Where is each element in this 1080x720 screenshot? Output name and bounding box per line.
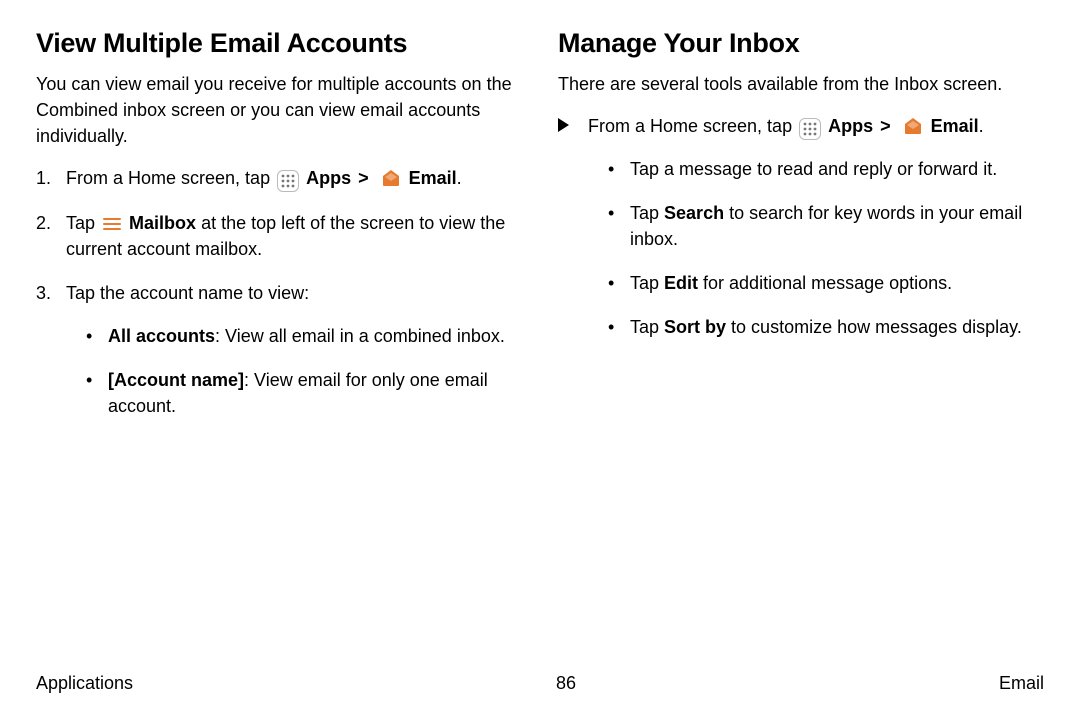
step1-email-label: Email — [409, 168, 457, 188]
footer-page-number: 86 — [556, 673, 576, 694]
lead-step: From a Home screen, tap Apps > Email. Ta… — [558, 113, 1044, 340]
step2-pre: Tap — [66, 213, 100, 233]
intro-left: You can view email you receive for multi… — [36, 71, 522, 149]
sub1-post: : View all email in a combined inbox. — [215, 326, 505, 346]
sub1-bold: All accounts — [108, 326, 215, 346]
step1-sep: > — [351, 168, 376, 188]
step3-text: Tap the account name to view: — [66, 283, 309, 303]
apps-icon — [799, 118, 821, 140]
inbox-tools-list: Tap a message to read and reply or forwa… — [588, 156, 1044, 340]
email-icon — [902, 115, 924, 137]
lead-apps-label: Apps — [828, 116, 873, 136]
bullet-read: Tap a message to read and reply or forwa… — [608, 156, 1044, 182]
b2-pre: Tap — [630, 203, 664, 223]
left-column: View Multiple Email Accounts You can vie… — [36, 28, 522, 437]
sub-account-name: [Account name]: View email for only one … — [86, 367, 522, 419]
footer-right: Email — [999, 673, 1044, 694]
b3-pre: Tap — [630, 273, 664, 293]
b4-post: to customize how messages display. — [726, 317, 1022, 337]
intro-right: There are several tools available from t… — [558, 71, 1044, 97]
lead-post: . — [979, 116, 984, 136]
step3-sublist: All accounts: View all email in a combin… — [66, 323, 522, 419]
heading-view-multiple: View Multiple Email Accounts — [36, 28, 522, 59]
b4-pre: Tap — [630, 317, 664, 337]
footer-left: Applications — [36, 673, 133, 694]
step1-pre: From a Home screen, tap — [66, 168, 275, 188]
apps-icon — [277, 170, 299, 192]
page-footer: Applications 86 Email — [36, 673, 1044, 694]
step-3: Tap the account name to view: All accoun… — [36, 280, 522, 418]
bullet-sort: Tap Sort by to customize how messages di… — [608, 314, 1044, 340]
right-column: Manage Your Inbox There are several tool… — [558, 28, 1044, 437]
bullet-search: Tap Search to search for key words in yo… — [608, 200, 1044, 252]
b2-bold: Search — [664, 203, 724, 223]
mailbox-icon — [102, 215, 122, 233]
lead-pre: From a Home screen, tap — [588, 116, 797, 136]
step-2: Tap Mailbox at the top left of the scree… — [36, 210, 522, 262]
step-1: From a Home screen, tap Apps > Email. — [36, 165, 522, 192]
steps-list: From a Home screen, tap Apps > Email. Ta… — [36, 165, 522, 419]
b3-bold: Edit — [664, 273, 698, 293]
step2-mailbox-label: Mailbox — [129, 213, 196, 233]
email-icon — [380, 167, 402, 189]
lead-sep: > — [873, 116, 898, 136]
lead-email-label: Email — [931, 116, 979, 136]
step1-apps-label: Apps — [306, 168, 351, 188]
b3-post: for additional message options. — [698, 273, 952, 293]
sub-all-accounts: All accounts: View all email in a combin… — [86, 323, 522, 349]
heading-manage-inbox: Manage Your Inbox — [558, 28, 1044, 59]
b4-bold: Sort by — [664, 317, 726, 337]
sub2-bold: [Account name] — [108, 370, 244, 390]
bullet-edit: Tap Edit for additional message options. — [608, 270, 1044, 296]
step1-post: . — [457, 168, 462, 188]
b1-text: Tap a message to read and reply or forwa… — [630, 159, 997, 179]
